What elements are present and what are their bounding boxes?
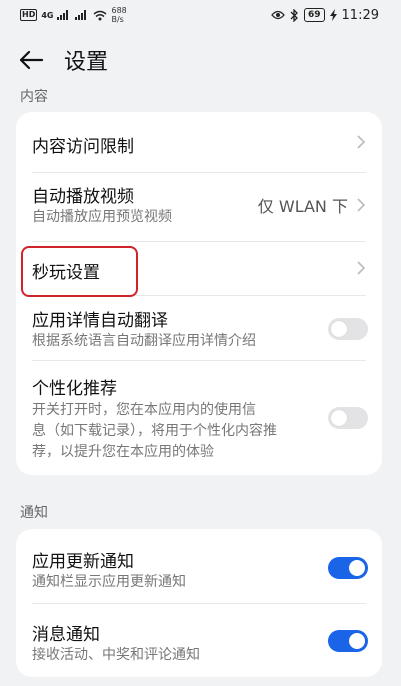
chevron-right-icon	[357, 198, 366, 212]
row-autoplay-video[interactable]: 自动播放视频 自动播放应用预览视频 仅 WLAN 下	[16, 173, 382, 241]
row-update-notify[interactable]: 应用更新通知 通知栏显示应用更新通知	[16, 529, 382, 603]
personalize-toggle[interactable]	[328, 407, 368, 429]
row-subtitle: 接收活动、中奖和评论通知	[32, 647, 200, 663]
row-title: 应用更新通知	[32, 552, 134, 572]
wifi-icon	[94, 10, 107, 20]
row-personalized-recommend[interactable]: 个性化推荐 开关打开时，您在本应用内的使用信 息（如下载记录），将用于个性化内容…	[16, 361, 382, 475]
row-title: 个性化推荐	[32, 379, 117, 399]
back-button[interactable]	[16, 45, 46, 75]
row-message-notify[interactable]: 消息通知 接收活动、中奖和评论通知	[16, 604, 382, 677]
row-title: 自动播放视频	[32, 187, 134, 207]
hd-badge: HD	[20, 9, 38, 21]
row-title: 内容访问限制	[32, 137, 134, 157]
charging-icon	[329, 9, 337, 21]
message-notify-toggle[interactable]	[328, 630, 368, 652]
section-label-notify: 通知	[20, 505, 48, 521]
bluetooth-icon	[290, 8, 298, 22]
clock: 11:29	[341, 7, 379, 23]
row-title: 应用详情自动翻译	[32, 311, 168, 331]
row-subtitle: 荐，以提升您在本应用的体验	[32, 444, 214, 460]
notify-settings-card: 应用更新通知 通知栏显示应用更新通知 消息通知 接收活动、中奖和评论通知	[16, 529, 382, 677]
status-right: 69 11:29	[271, 8, 379, 23]
row-title: 消息通知	[32, 625, 100, 645]
toggle-knob	[331, 321, 347, 337]
row-subtitle: 通知栏显示应用更新通知	[32, 574, 186, 590]
highlight-annotation	[21, 246, 138, 297]
net-speed-value: 688	[111, 6, 127, 15]
row-subtitle: 息（如下载记录），将用于个性化内容推	[32, 423, 277, 439]
section-label-content: 内容	[20, 89, 48, 105]
translate-toggle[interactable]	[328, 318, 368, 340]
toggle-knob	[349, 560, 365, 576]
row-content-access-limit[interactable]: 内容访问限制	[16, 112, 382, 172]
row-auto-translate[interactable]: 应用详情自动翻译 根据系统语言自动翻译应用详情介绍	[16, 296, 382, 360]
update-notify-toggle[interactable]	[328, 557, 368, 579]
signal-icon-2	[75, 10, 87, 20]
back-arrow-icon	[19, 50, 44, 70]
status-bar: HD 4G 688 B/s 69 11:29	[0, 0, 401, 30]
chevron-right-icon	[357, 135, 366, 149]
autoplay-value: 仅 WLAN 下	[257, 197, 348, 216]
header: 设置	[0, 38, 401, 82]
row-subtitle: 开关打开时，您在本应用内的使用信	[32, 402, 256, 418]
page-title: 设置	[64, 50, 109, 75]
signal-icon	[57, 10, 69, 20]
status-left: HD 4G 688 B/s	[20, 6, 127, 24]
net-speed: 688 B/s	[111, 6, 126, 24]
signal-label: 4G	[41, 10, 54, 20]
chevron-right-icon	[357, 261, 366, 275]
battery-indicator: 69	[304, 8, 325, 22]
toggle-knob	[331, 410, 347, 426]
net-speed-unit: B/s	[111, 15, 124, 24]
eye-icon	[271, 10, 285, 20]
toggle-knob	[349, 633, 365, 649]
row-subtitle: 根据系统语言自动翻译应用详情介绍	[32, 333, 256, 349]
